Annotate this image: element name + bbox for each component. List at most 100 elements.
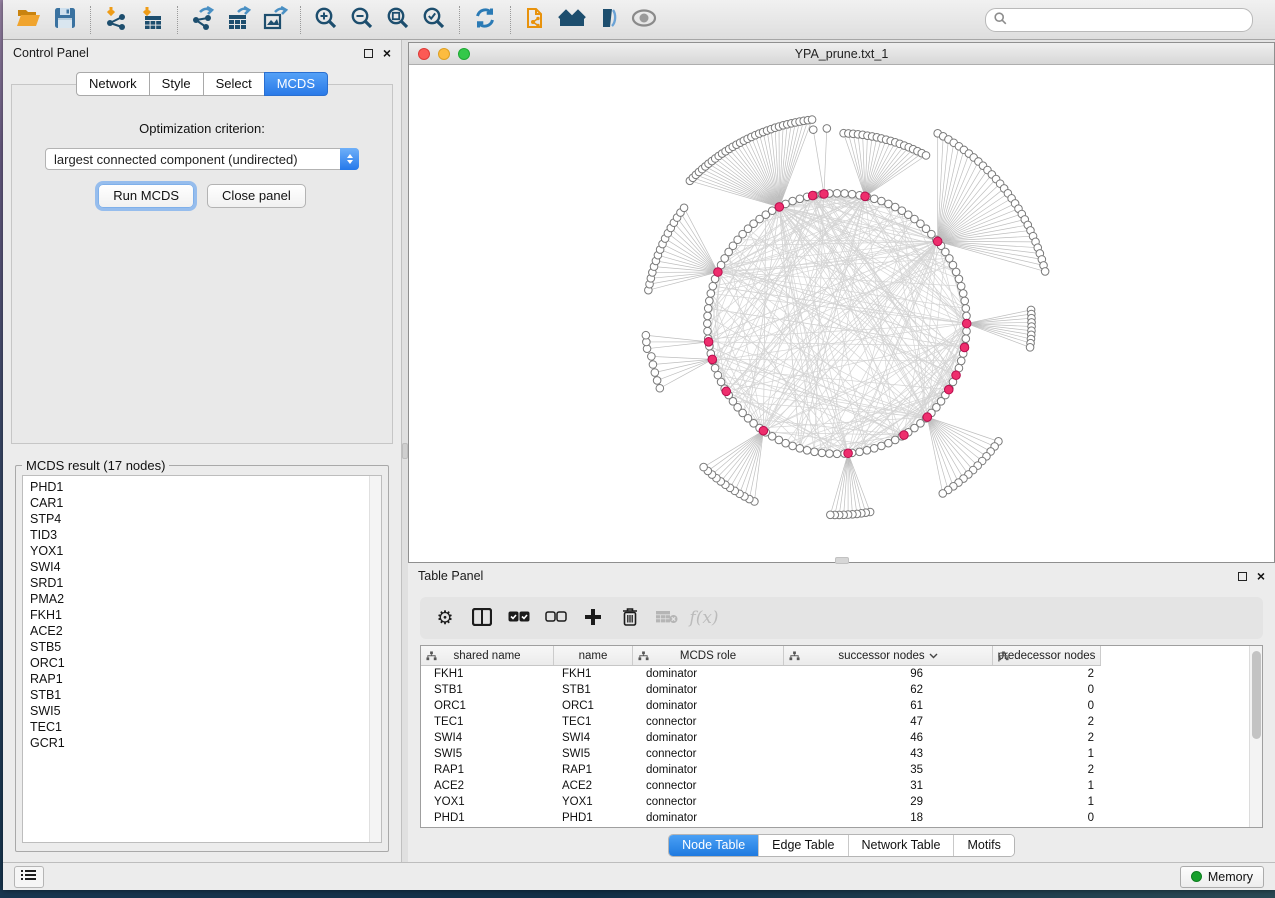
mcds-result-list[interactable]: PHD1CAR1STP4TID3YOX1SWI4SRD1PMA2FKH1ACE2… xyxy=(22,475,382,843)
tab-motifs[interactable]: Motifs xyxy=(954,835,1013,856)
horizontal-splitter-grip[interactable] xyxy=(835,557,849,564)
float-table-panel-icon[interactable] xyxy=(1238,572,1247,581)
table-scrollbar-thumb[interactable] xyxy=(1252,651,1261,739)
delete-column-button[interactable] xyxy=(615,603,645,633)
tab-style[interactable]: Style xyxy=(149,72,204,96)
column-header-predecessor-nodes[interactable]: predecessor nodes xyxy=(993,646,1101,665)
delete-table-button[interactable] xyxy=(652,603,682,633)
result-node-item[interactable]: ORC1 xyxy=(30,655,369,671)
hide-labels-button[interactable] xyxy=(590,4,626,36)
result-node-item[interactable]: SWI5 xyxy=(30,703,369,719)
network-view-window: YPA_prune.txt_1 xyxy=(408,42,1275,563)
hierarchy-icon xyxy=(638,651,649,665)
deselect-all-columns-button[interactable] xyxy=(541,603,571,633)
result-node-item[interactable]: YOX1 xyxy=(30,543,369,559)
network-from-document-button[interactable] xyxy=(518,4,554,36)
create-column-button[interactable] xyxy=(578,603,608,633)
close-table-panel-icon[interactable]: × xyxy=(1257,571,1265,581)
run-mcds-button[interactable]: Run MCDS xyxy=(98,184,194,208)
mcds-result-group: MCDS result (17 nodes) PHD1CAR1STP4TID3Y… xyxy=(15,458,389,852)
table-row[interactable]: ORC1ORC1dominator610 xyxy=(421,698,1101,714)
task-history-button[interactable] xyxy=(14,866,44,888)
table-cell: 35 xyxy=(784,762,993,778)
zoom-in-button[interactable] xyxy=(308,4,344,36)
column-header-shared-name[interactable]: shared name xyxy=(421,646,554,665)
table-cell: RAP1 xyxy=(421,762,554,778)
result-node-item[interactable]: CAR1 xyxy=(30,495,369,511)
table-row[interactable]: RAP1RAP1dominator352 xyxy=(421,762,1101,778)
result-node-item[interactable]: RAP1 xyxy=(30,671,369,687)
export-image-button[interactable] xyxy=(257,4,293,36)
table-row[interactable]: STB1STB1dominator620 xyxy=(421,682,1101,698)
table-cell: SWI5 xyxy=(421,746,554,762)
node-table[interactable]: shared name name MCDS role successor nodes p… xyxy=(420,645,1263,828)
show-columns-button[interactable] xyxy=(467,603,497,633)
houses-icon xyxy=(558,7,586,32)
export-network-button[interactable] xyxy=(185,4,221,36)
result-node-item[interactable]: STB1 xyxy=(30,687,369,703)
result-node-item[interactable]: STP4 xyxy=(30,511,369,527)
result-node-item[interactable]: TID3 xyxy=(30,527,369,543)
result-node-item[interactable]: STB5 xyxy=(30,639,369,655)
open-session-button[interactable] xyxy=(11,4,47,36)
save-session-button[interactable] xyxy=(47,4,83,36)
tab-network[interactable]: Network xyxy=(76,72,150,96)
result-node-item[interactable]: GCR1 xyxy=(30,735,369,751)
table-row[interactable]: ACE2ACE2connector311 xyxy=(421,778,1101,794)
delete-table-icon xyxy=(656,610,678,627)
table-row[interactable]: SWI4SWI4dominator462 xyxy=(421,730,1101,746)
search-input[interactable] xyxy=(1012,13,1244,27)
float-panel-icon[interactable] xyxy=(364,49,373,58)
close-panel-button[interactable]: Close panel xyxy=(207,184,306,208)
tab-edge-table[interactable]: Edge Table xyxy=(759,835,848,856)
network-canvas[interactable] xyxy=(409,65,1274,562)
tab-mcds[interactable]: MCDS xyxy=(264,72,328,96)
result-node-item[interactable]: FKH1 xyxy=(30,607,369,623)
criterion-select[interactable]: largest connected component (undirected) xyxy=(45,148,359,170)
column-label: name xyxy=(579,650,608,662)
table-row[interactable]: PHD1PHD1dominator180 xyxy=(421,810,1101,826)
zoom-out-button[interactable] xyxy=(344,4,380,36)
result-list-scrollbar[interactable] xyxy=(369,476,381,842)
right-column: YPA_prune.txt_1 Table Panel xyxy=(408,40,1275,862)
table-row[interactable]: SWI5SWI5connector431 xyxy=(421,746,1101,762)
tab-node-table[interactable]: Node Table xyxy=(669,835,759,856)
column-header-successor-nodes[interactable]: successor nodes xyxy=(784,646,993,665)
table-cell: ORC1 xyxy=(554,698,633,714)
select-all-columns-button[interactable] xyxy=(504,603,534,633)
result-node-item[interactable]: SRD1 xyxy=(30,575,369,591)
column-header-name[interactable]: name xyxy=(554,646,633,665)
search-box[interactable] xyxy=(985,8,1253,32)
result-node-item[interactable]: PMA2 xyxy=(30,591,369,607)
import-table-icon xyxy=(139,6,165,33)
result-node-item[interactable]: ACE2 xyxy=(30,623,369,639)
import-table-button[interactable] xyxy=(134,4,170,36)
home-networks-button[interactable] xyxy=(554,4,590,36)
table-cell: 2 xyxy=(993,714,1101,730)
result-node-item[interactable]: PHD1 xyxy=(30,479,369,495)
show-preview-button[interactable] xyxy=(626,4,662,36)
refresh-layout-button[interactable] xyxy=(467,4,503,36)
column-label: successor nodes xyxy=(838,650,924,662)
network-graph[interactable] xyxy=(409,65,1274,562)
result-node-item[interactable]: TEC1 xyxy=(30,719,369,735)
control-panel-header: Control Panel × xyxy=(3,40,401,66)
zoom-fit-button[interactable] xyxy=(380,4,416,36)
column-header-MCDS-role[interactable]: MCDS role xyxy=(633,646,784,665)
tab-select[interactable]: Select xyxy=(203,72,265,96)
table-settings-button[interactable]: ⚙ xyxy=(430,603,460,633)
close-panel-icon[interactable]: × xyxy=(383,48,391,58)
tab-network-table[interactable]: Network Table xyxy=(849,835,955,856)
table-cell: 2 xyxy=(993,666,1101,682)
memory-button[interactable]: Memory xyxy=(1180,866,1264,888)
open-folder-icon xyxy=(16,7,42,32)
table-row[interactable]: FKH1FKH1dominator962 xyxy=(421,666,1101,682)
result-node-item[interactable]: SWI4 xyxy=(30,559,369,575)
zoom-selected-button[interactable] xyxy=(416,4,452,36)
export-table-button[interactable] xyxy=(221,4,257,36)
table-row[interactable]: YOX1YOX1connector291 xyxy=(421,794,1101,810)
function-builder-button[interactable]: f(x) xyxy=(689,603,719,633)
import-network-button[interactable] xyxy=(98,4,134,36)
table-row[interactable]: TEC1TEC1connector472 xyxy=(421,714,1101,730)
table-scrollbar[interactable] xyxy=(1249,646,1262,827)
